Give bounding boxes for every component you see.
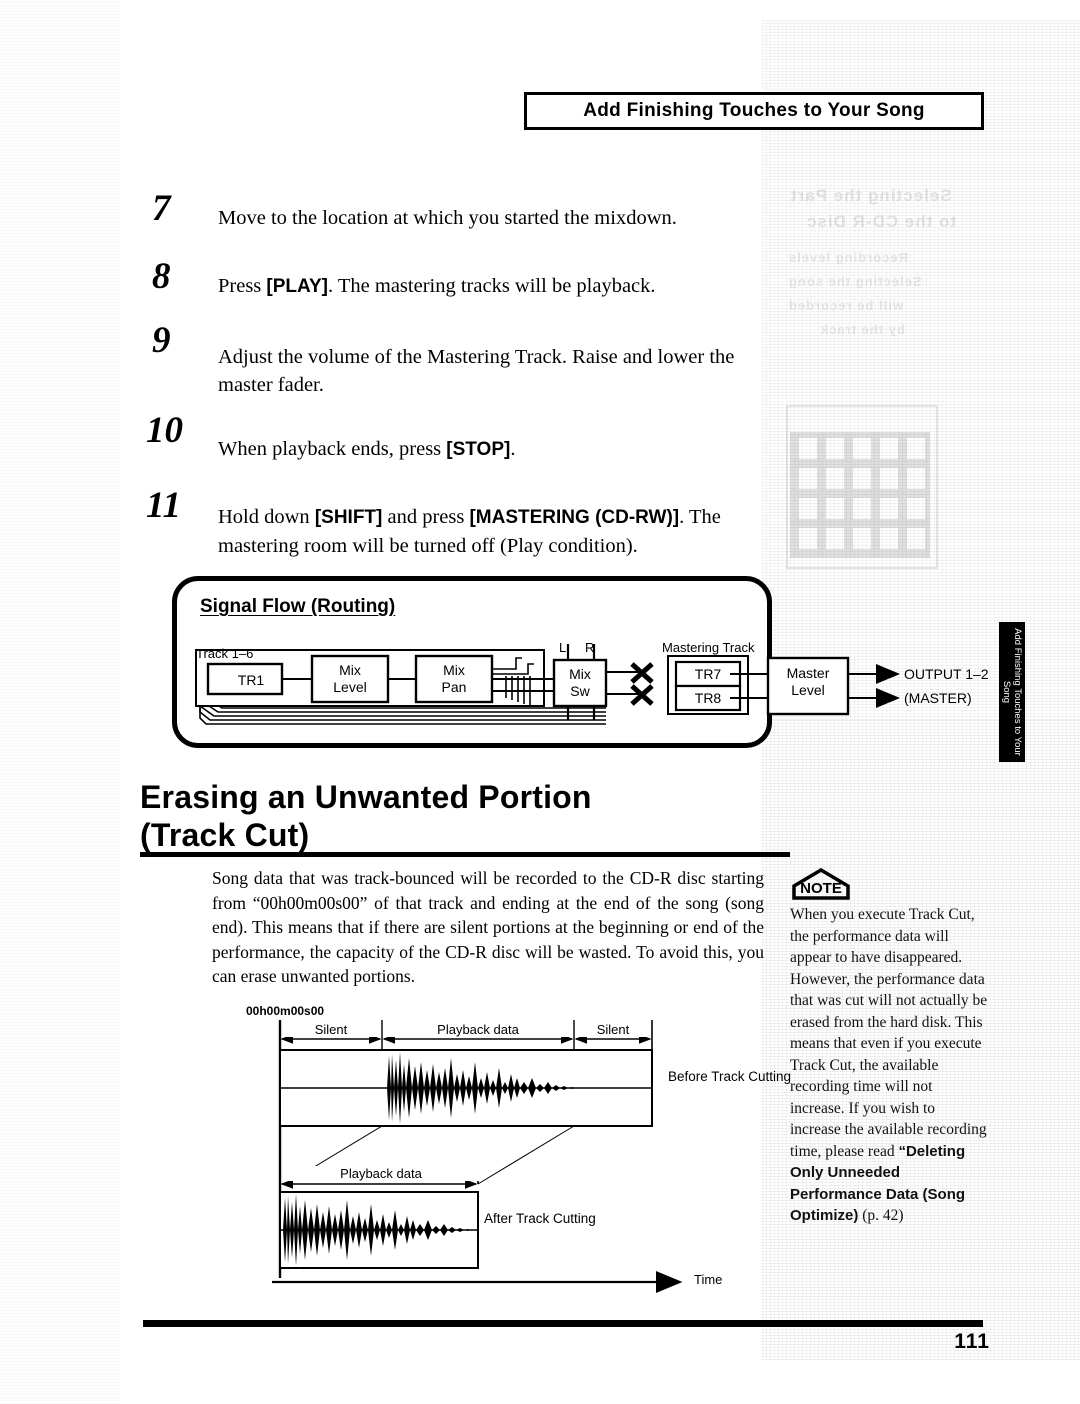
scan-noise-artifact bbox=[0, 0, 120, 1404]
arrow-head-icon bbox=[876, 664, 900, 684]
note-icon: NOTE bbox=[790, 867, 852, 902]
sf-label-mix-sw: Mix Sw bbox=[569, 666, 591, 699]
sf-label-mix-level: Mix Level bbox=[333, 662, 367, 695]
section-heading-line1: Erasing an Unwanted Portion bbox=[140, 779, 592, 815]
section-heading-line2: (Track Cut) bbox=[140, 817, 310, 853]
sf-label-tr8: TR8 bbox=[694, 690, 722, 706]
sf-label-output-1: OUTPUT 1–2 bbox=[904, 666, 989, 682]
track-cut-figure bbox=[272, 1020, 683, 1293]
section-rule bbox=[140, 852, 790, 857]
step-text: Move to the location at which you starte… bbox=[218, 207, 677, 229]
svg-text:NOTE: NOTE bbox=[800, 880, 842, 897]
sf-label-master-level: Master Level bbox=[786, 665, 830, 698]
chapter-banner-title: Add Finishing Touches to Your Song bbox=[583, 100, 925, 121]
bleedthrough-ghost-grid bbox=[790, 432, 930, 558]
figure-label-silent-right: Silent bbox=[576, 1022, 650, 1037]
step-text: Press [PLAY]. The mastering tracks will … bbox=[218, 275, 656, 297]
sf-label-output-2: (MASTER) bbox=[904, 690, 972, 706]
step-text: When playback ends, press [STOP]. bbox=[218, 438, 516, 460]
figure-timecode: 00h00m00s00 bbox=[246, 1004, 325, 1018]
step-text: Adjust the volume of the Mastering Track… bbox=[218, 346, 735, 396]
figure-label-playback-data: Playback data bbox=[384, 1022, 572, 1037]
manual-page: Selecting the Part to the CD-R Disc Reco… bbox=[0, 0, 1080, 1404]
step-number: 11 bbox=[146, 485, 181, 526]
bleedthrough-ghost-text: Selecting the song bbox=[788, 274, 922, 289]
sf-label-mix-pan: Mix Pan bbox=[441, 662, 467, 695]
step-number: 9 bbox=[152, 320, 171, 361]
sf-label-track-group: Track 1–6 bbox=[196, 646, 254, 661]
step-text: Hold down [SHIFT] and press [MASTERING (… bbox=[218, 506, 721, 557]
figure-label-silent-left: Silent bbox=[282, 1022, 380, 1037]
section-heading: Erasing an Unwanted Portion (Track Cut) bbox=[140, 778, 800, 854]
sf-label-mastering-track: Mastering Track bbox=[662, 640, 755, 655]
step-number: 7 bbox=[152, 188, 171, 229]
chapter-banner: Add Finishing Touches to Your Song bbox=[524, 92, 984, 130]
bleedthrough-ghost-text: will be recorded bbox=[788, 298, 903, 313]
step-number: 8 bbox=[152, 256, 171, 297]
section-body-paragraph: Song data that was track-bounced will be… bbox=[212, 868, 764, 986]
bleedthrough-ghost-text: by the track bbox=[820, 322, 905, 337]
sf-label-l: L bbox=[559, 640, 567, 655]
figure-label-time-axis: Time bbox=[694, 1272, 723, 1287]
sf-label-tr7: TR7 bbox=[694, 666, 722, 682]
bleedthrough-ghost-text: Selecting the Part bbox=[790, 186, 952, 205]
footer-rule bbox=[143, 1320, 983, 1327]
signal-flow-title: Signal Flow (Routing) bbox=[200, 596, 396, 617]
page-number: 111 bbox=[954, 1330, 990, 1353]
sf-label-r: R bbox=[585, 640, 595, 655]
figure-label-after: After Track Cutting bbox=[484, 1211, 596, 1226]
bleedthrough-ghost-text: to the CD-R Disc bbox=[806, 212, 957, 231]
bleedthrough-ghost-text: Recording levels bbox=[788, 250, 909, 265]
figure-label-before: Before Track Cutting bbox=[668, 1069, 792, 1084]
note-callout: NOTE When you execute Track Cut, the per… bbox=[790, 867, 988, 1227]
note-text: When you execute Track Cut, the performa… bbox=[790, 906, 988, 1224]
step-number: 10 bbox=[146, 410, 183, 451]
sf-label-tr1: TR1 bbox=[237, 672, 265, 688]
arrow-head-icon bbox=[876, 688, 900, 708]
figure-label-playback-data-after: Playback data bbox=[282, 1166, 480, 1181]
bleedthrough-ghost-panel bbox=[786, 405, 938, 569]
